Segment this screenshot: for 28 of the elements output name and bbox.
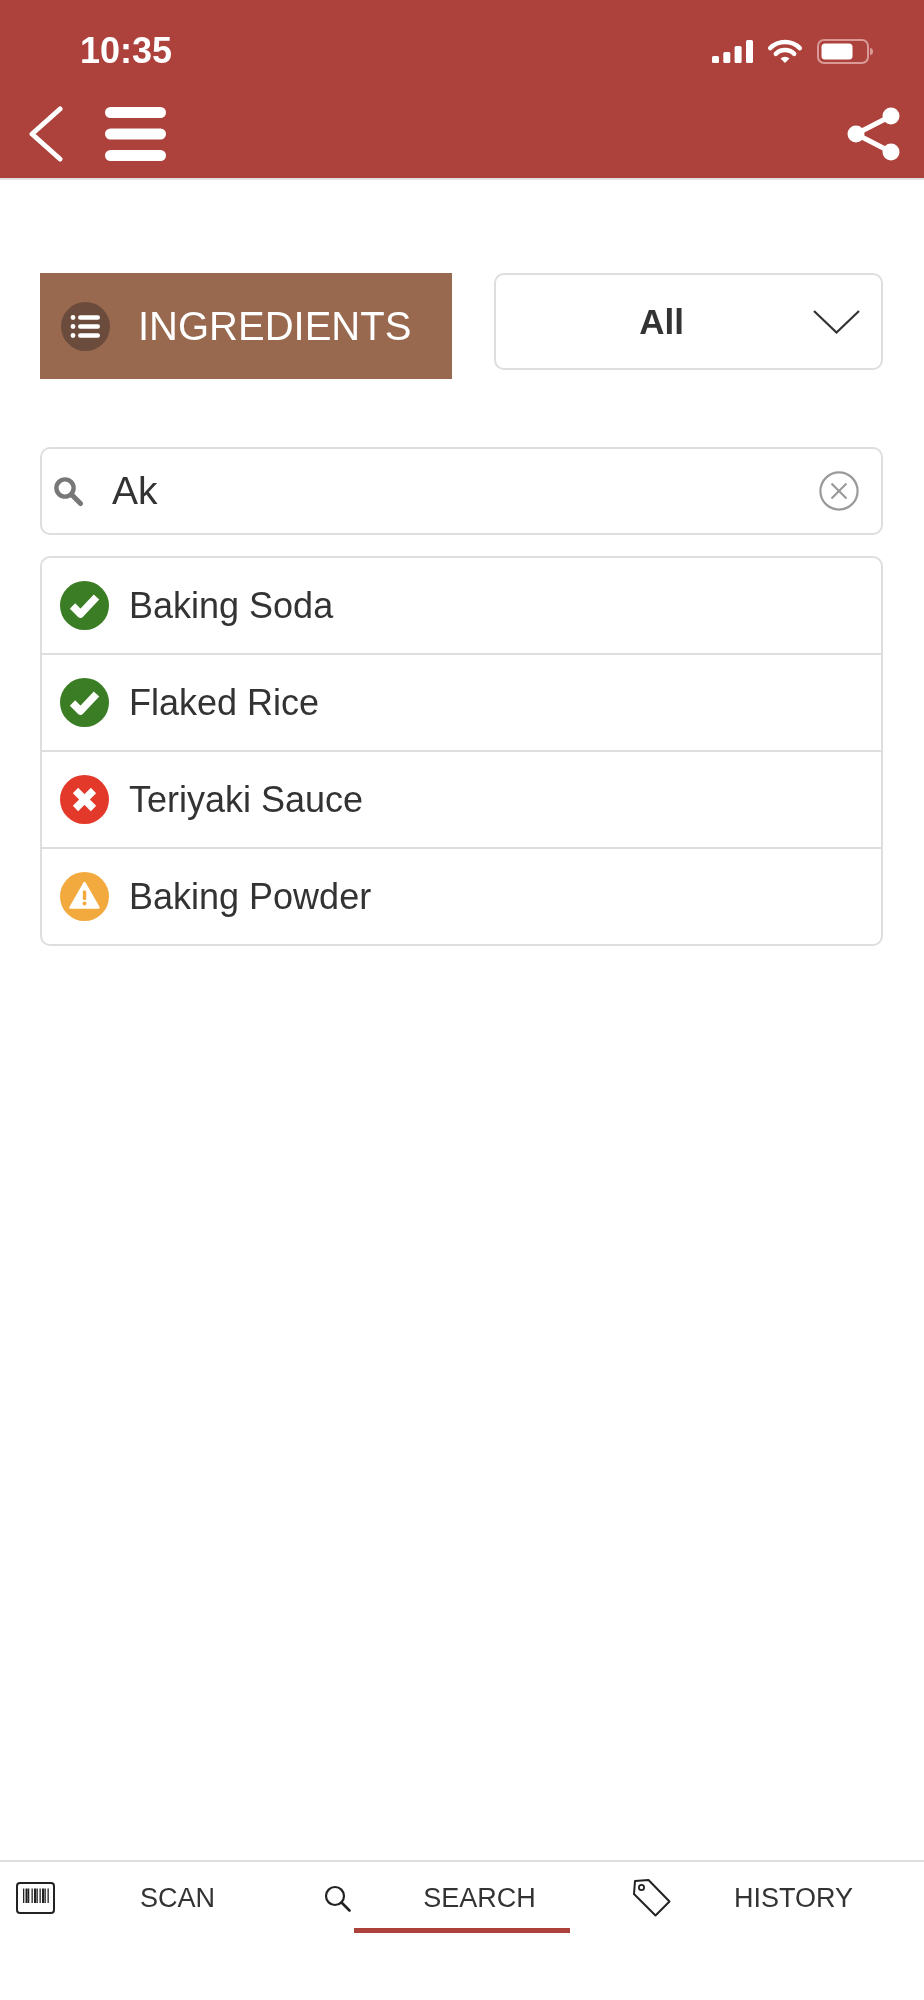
list-icon	[61, 301, 110, 351]
check-icon	[60, 581, 109, 630]
tag-icon	[632, 1878, 671, 1918]
search-field[interactable]: Ak	[40, 447, 883, 535]
ingredient-item[interactable]: Baking Soda	[42, 558, 881, 653]
ingredient-item[interactable]: Flaked Rice	[42, 653, 881, 750]
nav-tab[interactable]: SCAN	[0, 1862, 308, 1933]
filter-dropdown[interactable]: All	[494, 273, 883, 370]
search-icon	[53, 475, 84, 507]
ingredient-item[interactable]: Teriyaki Sauce	[42, 750, 881, 847]
warning-icon	[60, 872, 109, 921]
ingredient-item[interactable]: Baking Powder	[42, 847, 881, 944]
ingredients-button[interactable]: INGREDIENTS	[40, 273, 452, 379]
wifi-icon	[767, 38, 803, 64]
nav-tab[interactable]: HISTORY	[616, 1862, 924, 1933]
check-icon	[60, 678, 109, 727]
search-icon	[324, 1884, 351, 1912]
nav-tab[interactable]: SEARCH	[308, 1862, 616, 1933]
cross-icon	[60, 775, 109, 824]
battery-icon	[817, 38, 874, 64]
clear-icon[interactable]	[819, 471, 859, 511]
chevron-down-icon	[813, 309, 860, 334]
status-time: 10:35	[80, 33, 173, 69]
signal-icon	[712, 39, 753, 63]
barcode-icon	[16, 1882, 55, 1914]
share-icon[interactable]	[847, 107, 900, 161]
back-icon[interactable]	[28, 106, 64, 162]
menu-icon[interactable]	[105, 107, 166, 161]
